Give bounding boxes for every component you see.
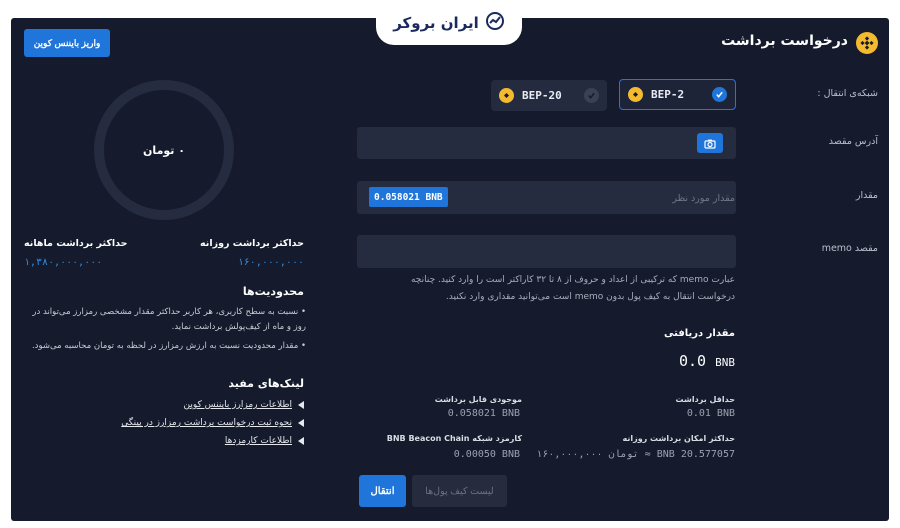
- address-label: آدرس مقصد: [828, 136, 878, 147]
- memo-help-text: عبارت memo که ترکیبی از اعداد و حروف از …: [410, 275, 735, 302]
- scan-qr-button[interactable]: [697, 133, 723, 153]
- limit-item: • نسبت به سطح کاربری، هر کاربر حداکثر مق…: [32, 307, 306, 332]
- brand-logo[interactable]: ایران بروکر: [376, 0, 522, 45]
- min-withdraw-label: حداقل برداشت: [675, 395, 735, 404]
- max-balance-tag[interactable]: 0.058021 BNB: [369, 187, 448, 207]
- chart-trend-icon: [485, 11, 505, 35]
- received-amount-label: مقدار دریافتی: [664, 328, 735, 339]
- max-daily-value: 20.577057 BNB ≈ تومان ۱۶۰,۰۰۰,۰۰۰: [536, 449, 735, 460]
- bnb-coin-icon: [628, 87, 643, 102]
- limits-title: محدودیت‌ها: [242, 285, 304, 298]
- brand-name: ایران بروکر: [393, 13, 479, 32]
- network-option-bep20[interactable]: BEP-20: [491, 80, 607, 111]
- check-icon: [712, 87, 727, 102]
- network-label: شبکه‌ی انتقال :: [817, 88, 878, 99]
- arrow-left-icon: [298, 401, 304, 409]
- network-fee-value: 0.00050 BNB: [453, 449, 520, 460]
- network-fee-label: کارمزد شبکه BNB Beacon Chain: [386, 434, 522, 443]
- camera-icon: [704, 134, 716, 153]
- received-unit: BNB: [715, 356, 735, 369]
- received-number: 0.0: [679, 352, 707, 370]
- ring-amount: ۰ تومان: [143, 143, 185, 157]
- limit-ring: ۰ تومان: [94, 80, 234, 220]
- arrow-left-icon: [298, 419, 304, 427]
- amount-placeholder: مقدار مورد نظر: [672, 193, 735, 204]
- network-option-label: BEP-20: [522, 89, 562, 102]
- check-icon: [584, 88, 599, 103]
- daily-limit-value: ۱۶۰,۰۰۰,۰۰۰: [237, 257, 304, 268]
- page-title: درخواست برداشت: [721, 33, 848, 49]
- bnb-coin-icon: [499, 88, 514, 103]
- min-withdraw-value: 0.01 BNB: [686, 408, 735, 419]
- deposit-bnb-button[interactable]: واریز بایننس کوین: [24, 29, 110, 57]
- daily-limit-label: حداکثر برداشت روزانه: [200, 238, 304, 249]
- network-option-bep2[interactable]: BEP-2: [619, 79, 736, 110]
- limit-item: • مقدار محدودیت نسبت به ارزش رمزارز در ل…: [31, 341, 306, 351]
- network-option-label: BEP-2: [651, 88, 685, 101]
- bnb-logo-icon: [856, 32, 878, 54]
- useful-link[interactable]: نحوه ثبت درخواست برداشت رمزارز در پینگی: [121, 418, 304, 428]
- received-amount-value: 0.0 BNB: [679, 352, 735, 370]
- memo-field[interactable]: [357, 235, 736, 268]
- available-balance-value: 0.058021 BNB: [447, 408, 520, 419]
- arrow-left-icon: [298, 437, 304, 445]
- monthly-limit-label: حداکثر برداشت ماهانه: [24, 238, 128, 249]
- amount-label: مقدار: [855, 190, 878, 201]
- useful-links-title: لینک‌های مفید: [228, 377, 304, 390]
- memo-label: memo مقصد: [821, 243, 878, 254]
- available-balance-label: موجودی قابل برداشت: [434, 395, 522, 404]
- wallet-list-button[interactable]: لیست کیف پول‌ها: [412, 475, 507, 507]
- max-daily-label: حداکثر امکان برداشت روزانه: [622, 434, 735, 443]
- monthly-limit-value: ۱,۳۸۰,۰۰۰,۰۰۰: [24, 257, 103, 268]
- useful-link[interactable]: اطلاعات رمزارز بایننس کوین: [184, 400, 304, 410]
- transfer-button[interactable]: انتقال: [359, 475, 406, 507]
- address-field[interactable]: [357, 127, 736, 159]
- useful-link[interactable]: اطلاعات کارمزدها: [225, 436, 304, 446]
